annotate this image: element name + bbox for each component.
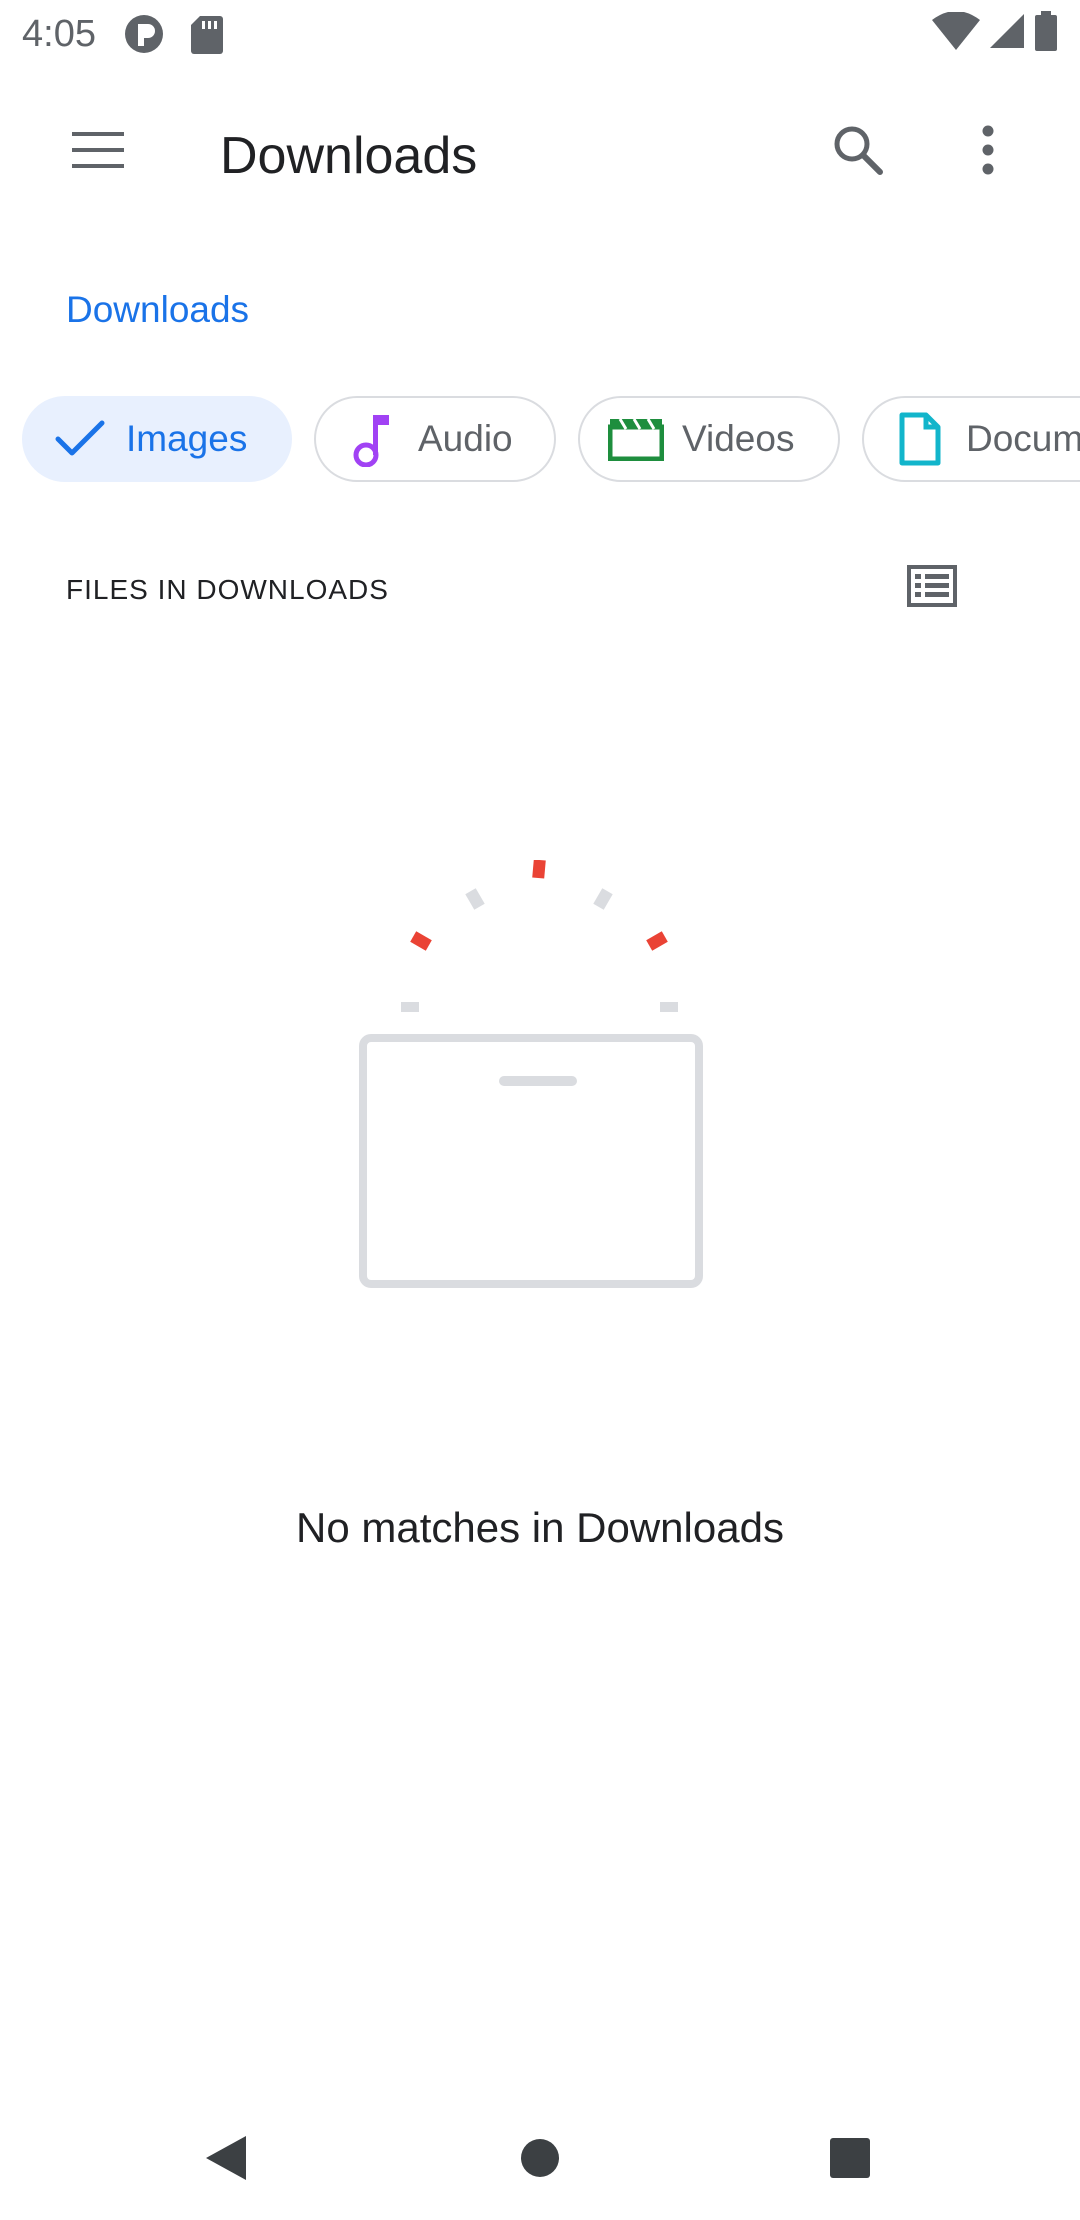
search-button[interactable]	[810, 104, 906, 200]
menu-button[interactable]	[50, 104, 146, 200]
empty-box-illustration-icon	[355, 859, 725, 1300]
wifi-icon	[932, 10, 980, 55]
breadcrumb[interactable]: Downloads	[66, 286, 249, 334]
view-toggle-button[interactable]	[884, 540, 980, 636]
check-icon	[52, 411, 108, 467]
section-header: FILES IN DOWNLOADS	[66, 574, 389, 605]
recents-button[interactable]	[800, 2110, 900, 2210]
battery-icon	[1034, 10, 1058, 56]
more-vert-icon	[981, 125, 995, 180]
app-notification-icon	[124, 14, 164, 59]
status-time: 4:05	[22, 13, 96, 55]
chip-label: Audio	[418, 418, 513, 459]
chip-label: Videos	[682, 418, 795, 459]
chip-label: Images	[126, 418, 248, 459]
search-icon	[832, 124, 884, 181]
chip-documents[interactable]: Docum	[862, 396, 1080, 482]
recents-icon	[830, 2137, 870, 2183]
home-icon	[520, 2138, 560, 2183]
home-button[interactable]	[490, 2110, 590, 2210]
status-right-icons	[932, 10, 1058, 56]
chip-videos[interactable]: Videos	[578, 396, 840, 482]
menu-icon	[72, 131, 124, 173]
back-button[interactable]	[176, 2110, 276, 2210]
more-options-button[interactable]	[940, 104, 1036, 200]
empty-state-message: No matches in Downloads	[296, 1504, 784, 1551]
movie-icon	[608, 411, 664, 467]
music-note-icon	[344, 411, 400, 467]
list-view-icon	[907, 564, 957, 612]
system-nav-bar	[0, 2100, 1080, 2220]
back-icon	[204, 2134, 248, 2187]
chip-label: Docum	[966, 418, 1080, 459]
chip-images[interactable]: Images	[22, 396, 292, 482]
cell-signal-icon	[988, 12, 1026, 55]
page-title: Downloads	[220, 127, 478, 185]
document-icon	[892, 411, 948, 467]
chip-audio[interactable]: Audio	[314, 396, 556, 482]
sd-card-icon	[190, 14, 224, 59]
filter-chips: Images Audio Videos Docum	[22, 396, 1080, 486]
